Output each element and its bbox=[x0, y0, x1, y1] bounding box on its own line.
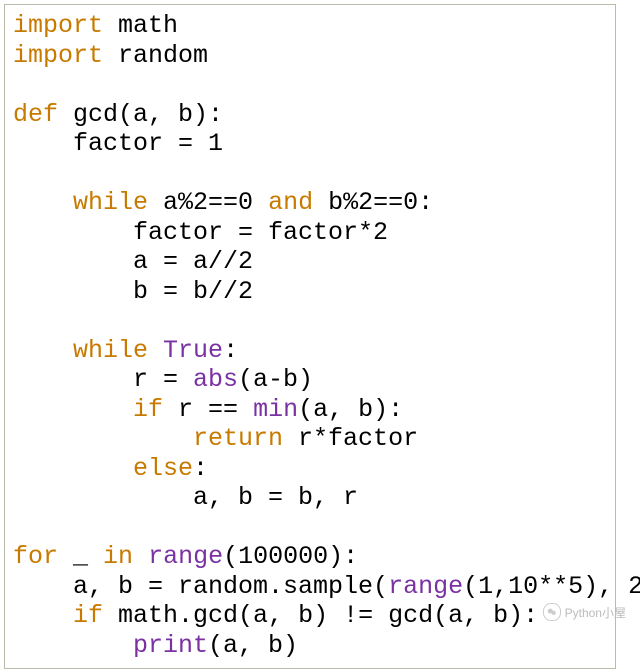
watermark: Python小屋 bbox=[543, 603, 626, 621]
code-line: def gcd(a, b): bbox=[13, 100, 607, 130]
code-line: a, b = random.sample(range(1,10**5), 2) bbox=[13, 572, 607, 602]
code-line: import math bbox=[13, 11, 607, 41]
watermark-text: Python小屋 bbox=[565, 604, 626, 621]
code-line: import random bbox=[13, 41, 607, 71]
code-line: a, b = b, r bbox=[13, 483, 607, 513]
code-line bbox=[13, 70, 607, 100]
code-line: a = a//2 bbox=[13, 247, 607, 277]
wechat-icon bbox=[543, 603, 561, 621]
code-line: while True: bbox=[13, 336, 607, 366]
code-line: r = abs(a-b) bbox=[13, 365, 607, 395]
code-line bbox=[13, 513, 607, 543]
code-line: while a%2==0 and b%2==0: bbox=[13, 188, 607, 218]
code-line: if r == min(a, b): bbox=[13, 395, 607, 425]
code-line: print(a, b) bbox=[13, 631, 607, 661]
code-line: factor = factor*2 bbox=[13, 218, 607, 248]
code-line: if math.gcd(a, b) != gcd(a, b): bbox=[13, 601, 607, 631]
code-line: b = b//2 bbox=[13, 277, 607, 307]
code-line: factor = 1 bbox=[13, 129, 607, 159]
code-line bbox=[13, 159, 607, 189]
code-line: for _ in range(100000): bbox=[13, 542, 607, 572]
code-block: import mathimport random def gcd(a, b): … bbox=[4, 4, 616, 669]
code-line: else: bbox=[13, 454, 607, 484]
code-line: return r*factor bbox=[13, 424, 607, 454]
code-line bbox=[13, 306, 607, 336]
